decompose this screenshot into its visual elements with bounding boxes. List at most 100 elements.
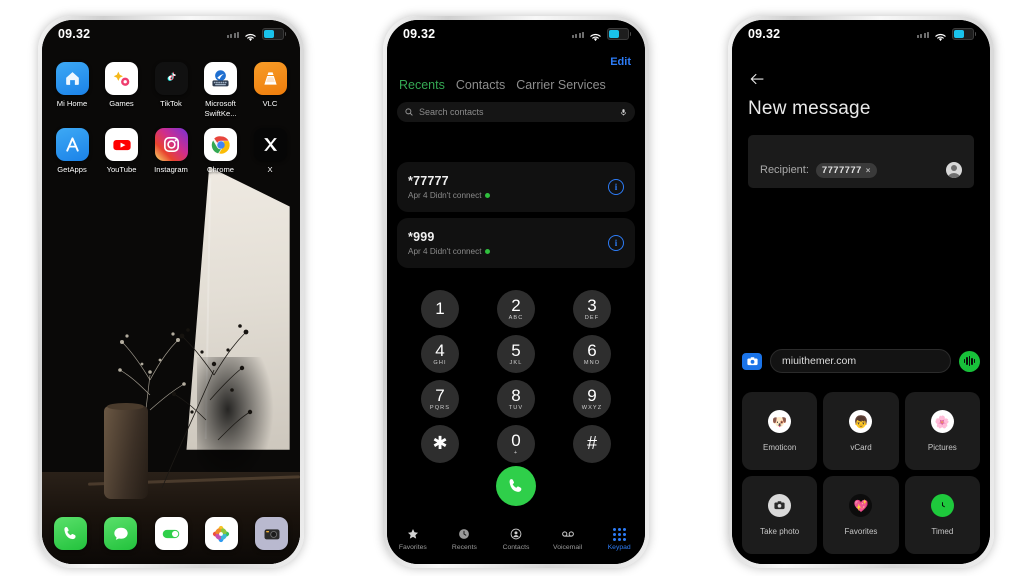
- dial-key-7[interactable]: 7 PQRS: [421, 380, 459, 418]
- message-input[interactable]: miuithemer.com: [770, 349, 951, 373]
- phone-2-display: 09.32 Edit Recents Contacts Carrier Serv…: [387, 20, 645, 564]
- microsoft-swiftkey-icon: [204, 62, 237, 95]
- microphone-icon[interactable]: [619, 107, 628, 118]
- dial-letters: JKL: [509, 359, 523, 366]
- dial-key-3[interactable]: 3 DEF: [573, 290, 611, 328]
- new-message-root: 09.32 New message Recipient: 7777777 × m…: [732, 20, 990, 564]
- dial-key-9[interactable]: 9 WXYZ: [573, 380, 611, 418]
- dial-key-5[interactable]: 5 JKL: [497, 335, 535, 373]
- attachment-label: Timed: [931, 527, 954, 536]
- attachment-favorites[interactable]: 💖 Favorites: [823, 476, 899, 554]
- call-button[interactable]: [496, 466, 536, 506]
- chrome-icon: [204, 128, 237, 161]
- games-icon: [105, 62, 138, 95]
- dial-digit: 0: [511, 430, 521, 450]
- phone-3-new-message-screen: 09.32 New message Recipient: 7777777 × m…: [728, 16, 994, 568]
- phone-1-home-screen: 09.32 Mi Home Games TikTok Microsoft Swi…: [38, 16, 304, 568]
- app-instagram[interactable]: Instagram: [149, 128, 193, 175]
- composer-row: miuithemer.com: [742, 349, 980, 373]
- attachment-take-photo[interactable]: Take photo: [742, 476, 818, 554]
- edit-button[interactable]: Edit: [610, 56, 631, 68]
- app-row-2: GetApps YouTube Instagram Chrome X: [50, 128, 292, 175]
- instagram-icon: [154, 128, 188, 161]
- dial-letters: DEF: [584, 314, 600, 321]
- app-label: VLC: [262, 99, 278, 108]
- phone-1-status-bar: 09.32: [42, 20, 300, 48]
- tab-recents[interactable]: Recents: [442, 527, 486, 551]
- dial-digit: 8: [511, 385, 521, 405]
- tab-contacts[interactable]: Contacts: [456, 78, 505, 92]
- tab-contacts[interactable]: Contacts: [494, 527, 538, 551]
- tab-label: Contacts: [502, 544, 530, 551]
- search-icon: [405, 108, 413, 116]
- phone-3-display: 09.32 New message Recipient: 7777777 × m…: [732, 20, 990, 564]
- dial-key-2[interactable]: 2 ABC: [497, 290, 535, 328]
- tab-carrier-services[interactable]: Carrier Services: [516, 78, 606, 92]
- signal-bars-icon: [226, 31, 239, 38]
- app-tiktok[interactable]: TikTok: [149, 62, 193, 118]
- page-title: New message: [748, 98, 871, 119]
- phone-dock-icon[interactable]: [54, 517, 87, 550]
- wifi-icon: [244, 29, 257, 42]
- tab-voicemail[interactable]: Voicemail: [546, 527, 590, 551]
- signal-bars-icon: [571, 31, 584, 38]
- info-icon[interactable]: i: [608, 235, 624, 251]
- camera-dock-icon[interactable]: [255, 517, 288, 550]
- status-icons: [226, 28, 286, 42]
- tab-favorites[interactable]: Favorites: [391, 527, 435, 551]
- status-time: 09.32: [58, 27, 91, 41]
- emoticon-icon: 🐶: [768, 410, 792, 433]
- back-arrow-icon[interactable]: [748, 70, 766, 91]
- app-getapps[interactable]: GetApps: [50, 128, 94, 175]
- app-games[interactable]: Games: [100, 62, 144, 118]
- recent-call-row[interactable]: *999 Apr 4 Didn't connect i: [397, 218, 635, 268]
- dial-digit: #: [586, 433, 597, 453]
- person-icon: [510, 528, 522, 540]
- tab-recents[interactable]: Recents: [399, 78, 445, 92]
- close-icon[interactable]: ×: [866, 166, 871, 175]
- dial-key-0[interactable]: 0 +: [497, 425, 535, 463]
- message-input-value: miuithemer.com: [782, 355, 857, 367]
- app-chrome[interactable]: Chrome: [199, 128, 243, 175]
- contact-avatar[interactable]: [946, 162, 962, 178]
- dial-key-1[interactable]: 1: [421, 290, 459, 328]
- app-youtube[interactable]: YouTube: [100, 128, 144, 175]
- app-vlc[interactable]: VLC: [248, 62, 292, 118]
- tab-label: Keypad: [607, 543, 631, 551]
- dial-digit: 3: [587, 295, 597, 315]
- attachment-label: vCard: [850, 443, 872, 452]
- attachment-pictures[interactable]: 🌸 Pictures: [904, 392, 980, 470]
- app-microsoft-swiftkey[interactable]: Microsoft SwiftKe...: [199, 62, 243, 118]
- dial-key-8[interactable]: 8 TUV: [497, 380, 535, 418]
- attachment-emoticon[interactable]: 🐶 Emoticon: [742, 392, 818, 470]
- tab-keypad[interactable]: Keypad: [597, 527, 641, 551]
- audio-waveform-icon[interactable]: [959, 350, 980, 372]
- youtube-icon: [105, 128, 138, 161]
- attachment-label: Emoticon: [762, 443, 797, 452]
- toggle-dock-icon[interactable]: [154, 517, 188, 550]
- dial-key-hash[interactable]: #: [573, 425, 611, 463]
- x-icon: [253, 128, 287, 161]
- info-icon[interactable]: i: [608, 179, 624, 195]
- recipient-chip[interactable]: 7777777 ×: [815, 162, 877, 178]
- dialer-tab-bar: Favorites Recents Contacts Voicemail Key…: [387, 518, 645, 560]
- dial-key-4[interactable]: 4 GHI: [421, 335, 459, 373]
- attachment-vcard[interactable]: 👦 vCard: [823, 392, 899, 470]
- dial-digit: 4: [435, 340, 445, 360]
- recipient-field[interactable]: Recipient: 7777777 ×: [748, 135, 974, 188]
- search-contacts-bar[interactable]: Search contacts: [397, 102, 635, 122]
- camera-icon[interactable]: [742, 352, 762, 370]
- attachment-timed[interactable]: Timed: [904, 476, 980, 554]
- app-mi-home[interactable]: Mi Home: [50, 62, 94, 118]
- app-x[interactable]: X: [248, 128, 292, 175]
- dial-digit: 2: [511, 295, 521, 315]
- dial-key-star[interactable]: ✱: [421, 425, 459, 463]
- messages-dock-icon[interactable]: [104, 517, 138, 550]
- getapps-icon: [55, 128, 89, 161]
- recent-call-row[interactable]: *77777 Apr 4 Didn't connect i: [397, 162, 635, 212]
- sim-indicator-icon: [485, 249, 491, 254]
- phone-3-status-bar: 09.32: [732, 20, 990, 48]
- dial-key-6[interactable]: 6 MNO: [573, 335, 611, 373]
- photos-dock-icon[interactable]: [204, 517, 238, 550]
- dial-letters: PQRS: [429, 404, 451, 411]
